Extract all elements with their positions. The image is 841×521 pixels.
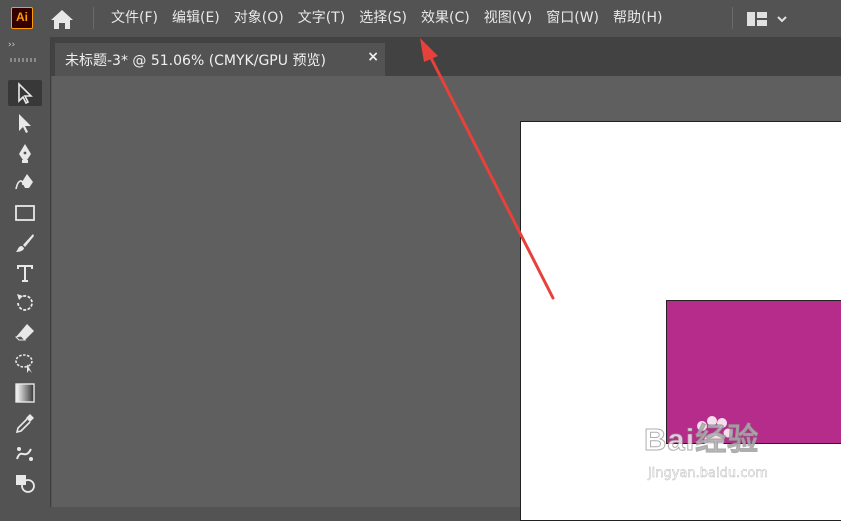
- tools-panel: ››: [0, 37, 51, 507]
- eyedropper-tool[interactable]: [8, 410, 42, 436]
- gradient-icon: [15, 383, 35, 403]
- direct-selection-arrow-icon: [19, 114, 31, 133]
- document-tab-title: 未标题-3* @ 51.06% (CMYK/GPU 预览): [65, 52, 326, 69]
- watermark-url: jingyan.baidu.com: [648, 466, 768, 481]
- menu-view[interactable]: 视图(V): [477, 0, 540, 37]
- menu-separator: [93, 7, 94, 29]
- pen-tool[interactable]: [8, 140, 42, 166]
- paintbrush-tool[interactable]: [8, 230, 42, 256]
- type-tool[interactable]: [8, 260, 42, 286]
- toolbar-collapse-icon[interactable]: ››: [8, 40, 15, 50]
- direct-selection-tool[interactable]: [8, 110, 42, 136]
- menu-edit[interactable]: 编辑(E): [165, 0, 227, 37]
- menu-window[interactable]: 窗口(W): [539, 0, 606, 37]
- eraser-icon: [14, 324, 34, 341]
- menu-separator: [732, 7, 733, 29]
- document-tab-bar: 未标题-3* @ 51.06% (CMYK/GPU 预览) ×: [51, 37, 841, 76]
- close-icon[interactable]: ×: [367, 49, 379, 65]
- document-tab[interactable]: 未标题-3* @ 51.06% (CMYK/GPU 预览) ×: [55, 43, 385, 76]
- toolbar-grip[interactable]: [10, 58, 36, 62]
- curvature-pen-icon: [15, 174, 33, 190]
- shape-builder-tool[interactable]: [8, 470, 42, 496]
- puppet-warp-tool[interactable]: [8, 440, 42, 466]
- puppet-warp-icon: [16, 447, 33, 461]
- rotate-icon: [17, 294, 33, 311]
- menu-help[interactable]: 帮助(H): [606, 0, 669, 37]
- menu-select[interactable]: 选择(S): [352, 0, 414, 37]
- home-icon[interactable]: [48, 7, 76, 31]
- menu-bar: Ai 文件(F) 编辑(E) 对象(O) 文字(T) 选择(S) 效果(C) 视…: [0, 0, 841, 37]
- menu-items: 文件(F) 编辑(E) 对象(O) 文字(T) 选择(S) 效果(C) 视图(V…: [104, 0, 669, 37]
- eraser-tool[interactable]: [8, 320, 42, 346]
- rectangle-icon: [15, 205, 35, 221]
- selection-tool[interactable]: [8, 80, 42, 106]
- menu-type[interactable]: 文字(T): [291, 0, 352, 37]
- menu-file[interactable]: 文件(F): [104, 0, 165, 37]
- paintbrush-icon: [16, 234, 34, 252]
- app-logo-icon[interactable]: Ai: [11, 7, 33, 29]
- watermark: Bai经验 jingyan.baidu.com: [643, 414, 809, 489]
- selection-arrow-icon: [18, 82, 33, 105]
- workspace-layout-icon: [747, 12, 787, 26]
- lasso-tool[interactable]: [8, 350, 42, 376]
- gradient-tool[interactable]: [8, 380, 42, 406]
- type-t-icon: [17, 265, 33, 282]
- watermark-logo-text: Bai经验: [643, 422, 760, 458]
- workspace-switcher-button[interactable]: [746, 9, 792, 29]
- pen-icon: [19, 144, 31, 163]
- eyedropper-icon: [15, 414, 34, 434]
- menu-object[interactable]: 对象(O): [227, 0, 291, 37]
- rotate-tool[interactable]: [8, 290, 42, 316]
- rectangle-tool[interactable]: [8, 200, 42, 226]
- lasso-icon: [15, 354, 33, 373]
- shape-builder-icon: [16, 475, 35, 493]
- menu-effect[interactable]: 效果(C): [414, 0, 477, 37]
- curvature-tool[interactable]: [8, 170, 42, 196]
